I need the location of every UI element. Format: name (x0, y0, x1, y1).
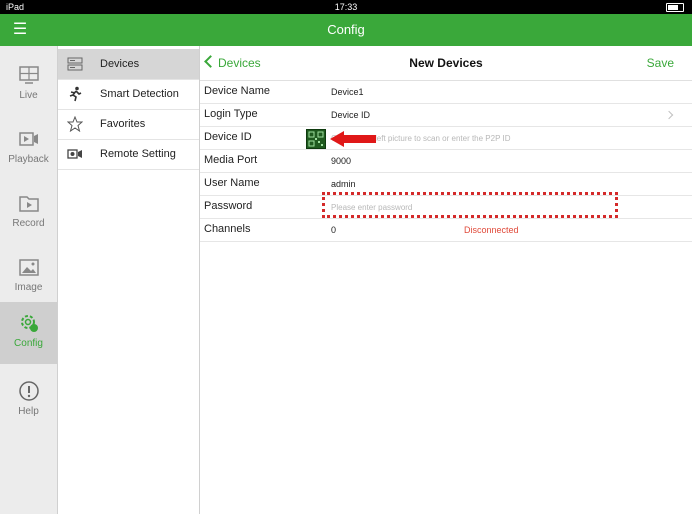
channels-label: Channels (204, 223, 251, 235)
submenu-label-remote-setting: Remote Setting (100, 148, 176, 160)
tab-playback[interactable]: Playback (0, 118, 57, 180)
new-device-panel: Devices New Devices Save Device Name Dev… (200, 46, 692, 514)
chevron-right-icon (664, 110, 674, 120)
media-port-field[interactable]: 9000 (331, 156, 351, 166)
device-name-field[interactable]: Device1 (331, 87, 364, 97)
password-label: Password (204, 200, 253, 212)
remote-setting-icon (67, 149, 82, 159)
media-port-row[interactable]: Media Port 9000 (200, 150, 692, 173)
qr-code-scan-icon[interactable] (306, 129, 326, 149)
tab-image-label: Image (14, 282, 43, 293)
status-time: 17:33 (334, 2, 358, 12)
save-button[interactable]: Save (647, 56, 674, 70)
submenu-label-devices: Devices (100, 58, 140, 70)
connection-status: Disconnected (464, 225, 519, 235)
devices-icon (67, 57, 83, 71)
detail-title: New Devices (409, 56, 483, 70)
star-icon (67, 116, 83, 132)
login-type-row[interactable]: Login Type Device ID (200, 104, 692, 127)
detail-header: Devices New Devices Save (200, 46, 692, 81)
top-navbar: ☰ Config (0, 14, 692, 46)
tab-record-label: Record (12, 218, 45, 229)
running-person-icon (69, 86, 82, 102)
login-type-value: Device ID (331, 110, 371, 120)
tab-config[interactable]: Config (0, 302, 57, 364)
record-icon (19, 196, 39, 212)
tab-help-label: Help (18, 406, 39, 417)
channels-value: 0 (331, 225, 337, 235)
page-title: Config (327, 22, 365, 37)
red-arrow-icon (330, 131, 376, 147)
user-name-field[interactable]: admin (331, 179, 356, 189)
submenu-item-remote-setting[interactable]: Remote Setting (58, 139, 199, 170)
submenu-item-favorites[interactable]: Favorites (58, 109, 199, 140)
submenu-item-smart-detection[interactable]: Smart Detection (58, 79, 199, 110)
playback-icon (19, 132, 38, 146)
help-icon (19, 381, 39, 401)
tab-live[interactable]: Live (0, 54, 57, 116)
submenu-item-devices[interactable]: Devices (58, 49, 199, 80)
monitor-icon (19, 66, 39, 84)
tab-record[interactable]: Record (0, 182, 57, 244)
media-port-label: Media Port (204, 154, 258, 166)
device-id-label: Device ID (204, 131, 252, 143)
device-id-row[interactable]: Device ID Click on the left picture to s… (200, 127, 692, 150)
tab-playback-label: Playback (8, 154, 49, 165)
tab-live-label: Live (19, 90, 38, 101)
tab-config-label: Config (14, 338, 43, 349)
user-name-label: User Name (204, 177, 260, 189)
battery-icon (666, 3, 684, 12)
submenu-label-favorites: Favorites (100, 118, 146, 130)
submenu-label-smart-detection: Smart Detection (100, 88, 179, 100)
password-highlight-box (322, 192, 618, 218)
login-type-label: Login Type (204, 108, 258, 120)
main-tab-bar: Live Playback Record Image Config Help (0, 46, 58, 514)
status-bar: iPad 17:33 (0, 0, 692, 14)
device-name-label: Device Name (204, 85, 271, 97)
image-icon (19, 259, 39, 276)
tab-help[interactable]: Help (0, 370, 57, 432)
tab-image[interactable]: Image (0, 246, 57, 308)
device-name-row[interactable]: Device Name Device1 (200, 81, 692, 104)
config-submenu: Devices Smart Detection Favorites Remote… (58, 46, 200, 514)
config-gear-icon (21, 315, 38, 332)
channels-row: Channels 0 Disconnected (200, 219, 692, 242)
